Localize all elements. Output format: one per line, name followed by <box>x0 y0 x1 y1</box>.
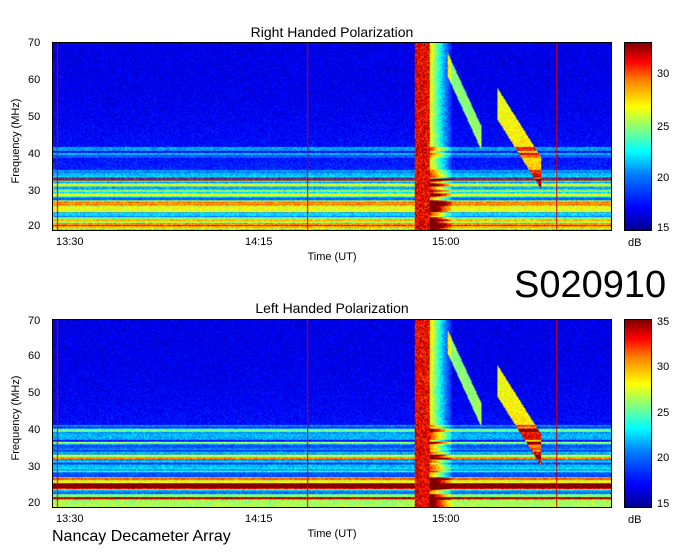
panel1-ytick: 70 <box>28 37 41 49</box>
panel2-colorbar-label: dB <box>628 514 642 526</box>
panel1-colorbar-label: dB <box>628 237 642 249</box>
panel2-ytick: 30 <box>28 461 41 473</box>
panel2-ylabel: Frequency (MHz) <box>10 375 22 461</box>
panel1-xlabel: Time (UT) <box>307 251 357 263</box>
panel2-colorbar <box>624 319 652 508</box>
panel2-cbar-tick: 15 <box>657 498 670 510</box>
panel2-cbar-tick: 35 <box>657 316 670 328</box>
panel1-cbar-tick: 15 <box>657 222 670 234</box>
panel1-xtick: 13:30 <box>56 236 84 248</box>
panel1-ylabel: Frequency (MHz) <box>10 98 22 184</box>
panel1-cbar-tick: 20 <box>657 172 670 184</box>
panel2-title: Left Handed Polarization <box>255 300 409 316</box>
panel1-spectrogram <box>52 42 612 231</box>
panel1-ytick: 20 <box>28 220 41 232</box>
panel2-cbar-tick: 30 <box>657 361 670 373</box>
panel1-ytick: 50 <box>28 111 41 123</box>
panel1-cbar-tick: 25 <box>657 121 670 133</box>
panel2-ytick: 60 <box>28 350 41 362</box>
panel2-xtick: 15:00 <box>432 513 460 525</box>
panel2-ytick: 40 <box>28 424 41 436</box>
panel1-colorbar <box>624 42 652 231</box>
panel2-ytick: 70 <box>28 315 41 327</box>
panel2-xtick: 14:15 <box>245 513 273 525</box>
panel2-cbar-tick: 25 <box>657 407 670 419</box>
panel1-cbar-tick: 30 <box>657 68 670 80</box>
panel2-cbar-tick: 20 <box>657 452 670 464</box>
panel1-ytick: 30 <box>28 185 41 197</box>
footer-caption: Nancay Decameter Array <box>52 528 231 545</box>
panel1-ytick: 60 <box>28 74 41 86</box>
panel2-xlabel: Time (UT) <box>307 528 357 540</box>
panel2-spectrogram <box>52 319 612 508</box>
panel2-xtick: 13:30 <box>56 513 84 525</box>
panel1-title: Right Handed Polarization <box>250 24 414 40</box>
panel1-xtick: 15:00 <box>432 236 460 248</box>
panel2-ytick: 20 <box>28 497 41 509</box>
panel1-xtick: 14:15 <box>245 236 273 248</box>
panel1-ytick: 40 <box>28 148 41 160</box>
panel2-ytick: 50 <box>28 387 41 399</box>
